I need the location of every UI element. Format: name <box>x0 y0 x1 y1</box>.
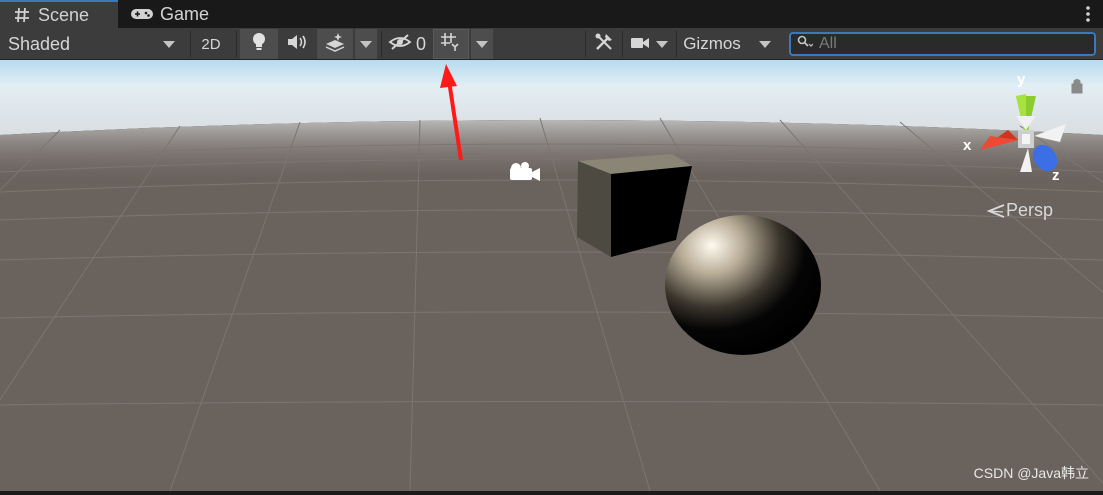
toolbar-divider <box>676 31 677 57</box>
lock-icon <box>1071 79 1083 94</box>
axis-y-label: y <box>1017 71 1026 88</box>
scene-toolbar: Shaded 2D 0 Gizmos All <box>0 28 1103 60</box>
chevron-down-icon <box>656 40 668 48</box>
toolbar-divider <box>585 31 586 57</box>
axis-z-label: z <box>1052 167 1060 184</box>
hidden-objects-count: 0 <box>416 33 427 54</box>
scene-window-tabbar: Scene Game <box>0 0 1103 28</box>
chevron-down-icon <box>360 40 372 48</box>
projection-label: Persp <box>1006 200 1054 220</box>
tab-scene-label: Scene <box>38 4 90 25</box>
lightbulb-icon <box>251 32 267 57</box>
video-camera-icon <box>630 34 650 55</box>
scene-lighting-button[interactable] <box>240 29 278 59</box>
search-icon <box>797 35 814 54</box>
toolbar-divider <box>622 31 623 57</box>
more-menu-icon[interactable] <box>1085 5 1091 23</box>
tools-icon <box>594 32 614 57</box>
search-input[interactable] <box>819 35 1089 53</box>
toolbar-divider <box>381 31 382 57</box>
tab-game-label: Game <box>160 3 210 24</box>
speaker-icon <box>286 34 308 55</box>
chevron-down-icon <box>476 40 488 48</box>
hash-icon <box>12 6 32 24</box>
grid-icon <box>440 32 462 57</box>
gizmos-button[interactable]: Gizmos <box>678 29 746 59</box>
shading-mode-dropdown[interactable]: Shaded <box>0 29 183 59</box>
scene-tools-button[interactable] <box>588 29 620 59</box>
effects-layers-icon <box>324 32 346 57</box>
scene-effects-button[interactable] <box>317 29 353 59</box>
toolbar-divider <box>190 31 191 57</box>
chevron-down-icon <box>759 40 771 48</box>
perspective-icon <box>986 203 1006 219</box>
toolbar-divider <box>236 31 237 57</box>
gamepad-icon <box>130 5 154 23</box>
scene-render: y x z <box>0 60 1103 491</box>
axis-x-label: x <box>963 137 972 154</box>
scene-search-field[interactable] <box>789 32 1096 56</box>
hidden-eye-icon <box>388 33 412 56</box>
window-bottom-border <box>0 491 1103 495</box>
effects-dropdown-button[interactable] <box>355 29 377 59</box>
gizmos-dropdown-button[interactable] <box>754 29 776 59</box>
sphere-object <box>665 215 821 355</box>
shading-mode-label: Shaded <box>8 33 71 54</box>
grid-toggle-button[interactable] <box>433 29 469 59</box>
toggle-2d-button[interactable]: 2D <box>193 29 229 59</box>
tab-game[interactable]: Game <box>130 0 230 28</box>
toggle-2d-label: 2D <box>201 35 221 53</box>
gizmos-label: Gizmos <box>683 34 741 53</box>
scene-visibility-button[interactable]: 0 <box>384 29 430 59</box>
camera-settings-dropdown[interactable] <box>624 29 674 59</box>
projection-toggle[interactable]: Persp <box>986 200 1053 221</box>
scene-audio-button[interactable] <box>279 29 315 59</box>
tab-scene[interactable]: Scene <box>0 0 118 28</box>
chevron-down-icon <box>163 40 175 48</box>
scene-viewport[interactable]: y x z Persp CSDN @Java韩立 <box>0 60 1103 491</box>
watermark: CSDN @Java韩立 <box>973 465 1089 481</box>
grid-dropdown-button[interactable] <box>471 29 493 59</box>
